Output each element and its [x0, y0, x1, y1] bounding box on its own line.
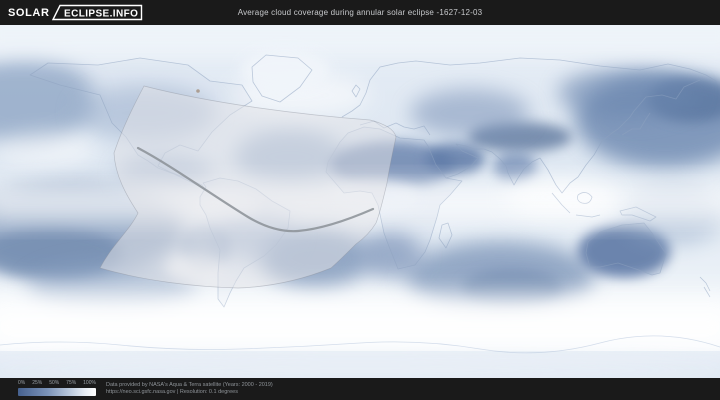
attribution-line-1: Data provided by NASA's Aqua & Terra sat…: [106, 382, 273, 389]
legend-label: 25%: [32, 381, 42, 386]
marker-dot: [196, 89, 200, 93]
logo-text-eclipse-info: ECLIPSE.INFO: [64, 8, 138, 19]
legend-labels: 0% 25% 50% 75% 100%: [18, 381, 96, 386]
legend-label: 75%: [66, 381, 76, 386]
legend-label: 0%: [18, 381, 25, 386]
top-bar: Average cloud coverage during annular so…: [0, 0, 720, 25]
site-logo[interactable]: SOLAR ECLIPSE.INFO: [8, 4, 143, 21]
data-attribution: Data provided by NASA's Aqua & Terra sat…: [106, 382, 273, 396]
legend-gradient-bar: [18, 388, 96, 396]
logo-text-solar: SOLAR: [8, 7, 50, 19]
bottom-bar: 0% 25% 50% 75% 100% Data provided by NAS…: [0, 378, 720, 400]
legend-label: 100%: [83, 381, 96, 386]
attribution-line-2: https://neo.sci.gsfc.nasa.gov | Resoluti…: [106, 389, 273, 396]
cloud-coverage-legend: 0% 25% 50% 75% 100%: [18, 381, 96, 396]
logo-badge-icon: ECLIPSE.INFO: [51, 4, 143, 21]
legend-label: 50%: [49, 381, 59, 386]
world-cloud-map: [0, 25, 720, 378]
map-container: [0, 25, 720, 378]
